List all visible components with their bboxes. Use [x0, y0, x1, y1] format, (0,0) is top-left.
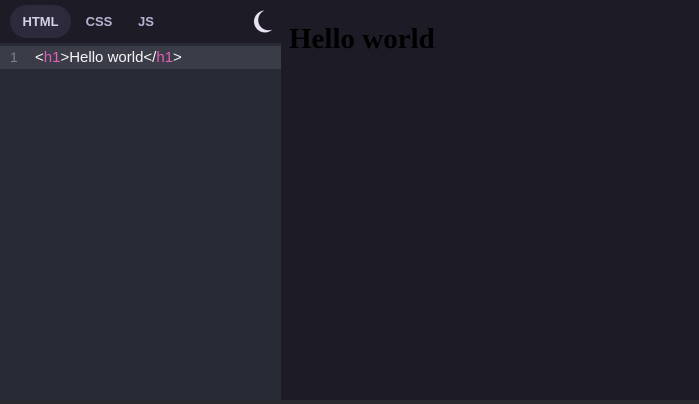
- tab-js[interactable]: JS: [128, 5, 164, 38]
- code-bracket: </: [143, 49, 157, 66]
- line-number: 1: [10, 49, 18, 65]
- moon-icon: [253, 10, 273, 33]
- code-text[interactable]: <h1>Hello world</h1>: [35, 46, 182, 69]
- code-playground: HTML CSS JS 1 <h1>Hello world</h1> Hello…: [0, 0, 699, 404]
- theme-toggle-button[interactable]: [248, 7, 276, 35]
- editor-tabbar: HTML CSS JS: [0, 0, 281, 43]
- code-content: Hello world: [69, 49, 144, 66]
- code-bracket: <: [35, 49, 44, 66]
- code-bracket: >: [60, 49, 70, 66]
- preview-pane: Hello world: [281, 0, 699, 400]
- preview-heading: Hello world: [289, 23, 435, 55]
- tab-css[interactable]: CSS: [76, 5, 122, 38]
- code-tag-close: h1: [156, 49, 174, 66]
- code-line-active[interactable]: 1 <h1>Hello world</h1>: [0, 46, 281, 69]
- bottom-border: [0, 400, 699, 404]
- code-bracket: >: [173, 49, 182, 66]
- code-tag-open: h1: [43, 49, 61, 66]
- editor-pane: HTML CSS JS 1 <h1>Hello world</h1>: [0, 0, 281, 400]
- tab-html[interactable]: HTML: [10, 5, 71, 38]
